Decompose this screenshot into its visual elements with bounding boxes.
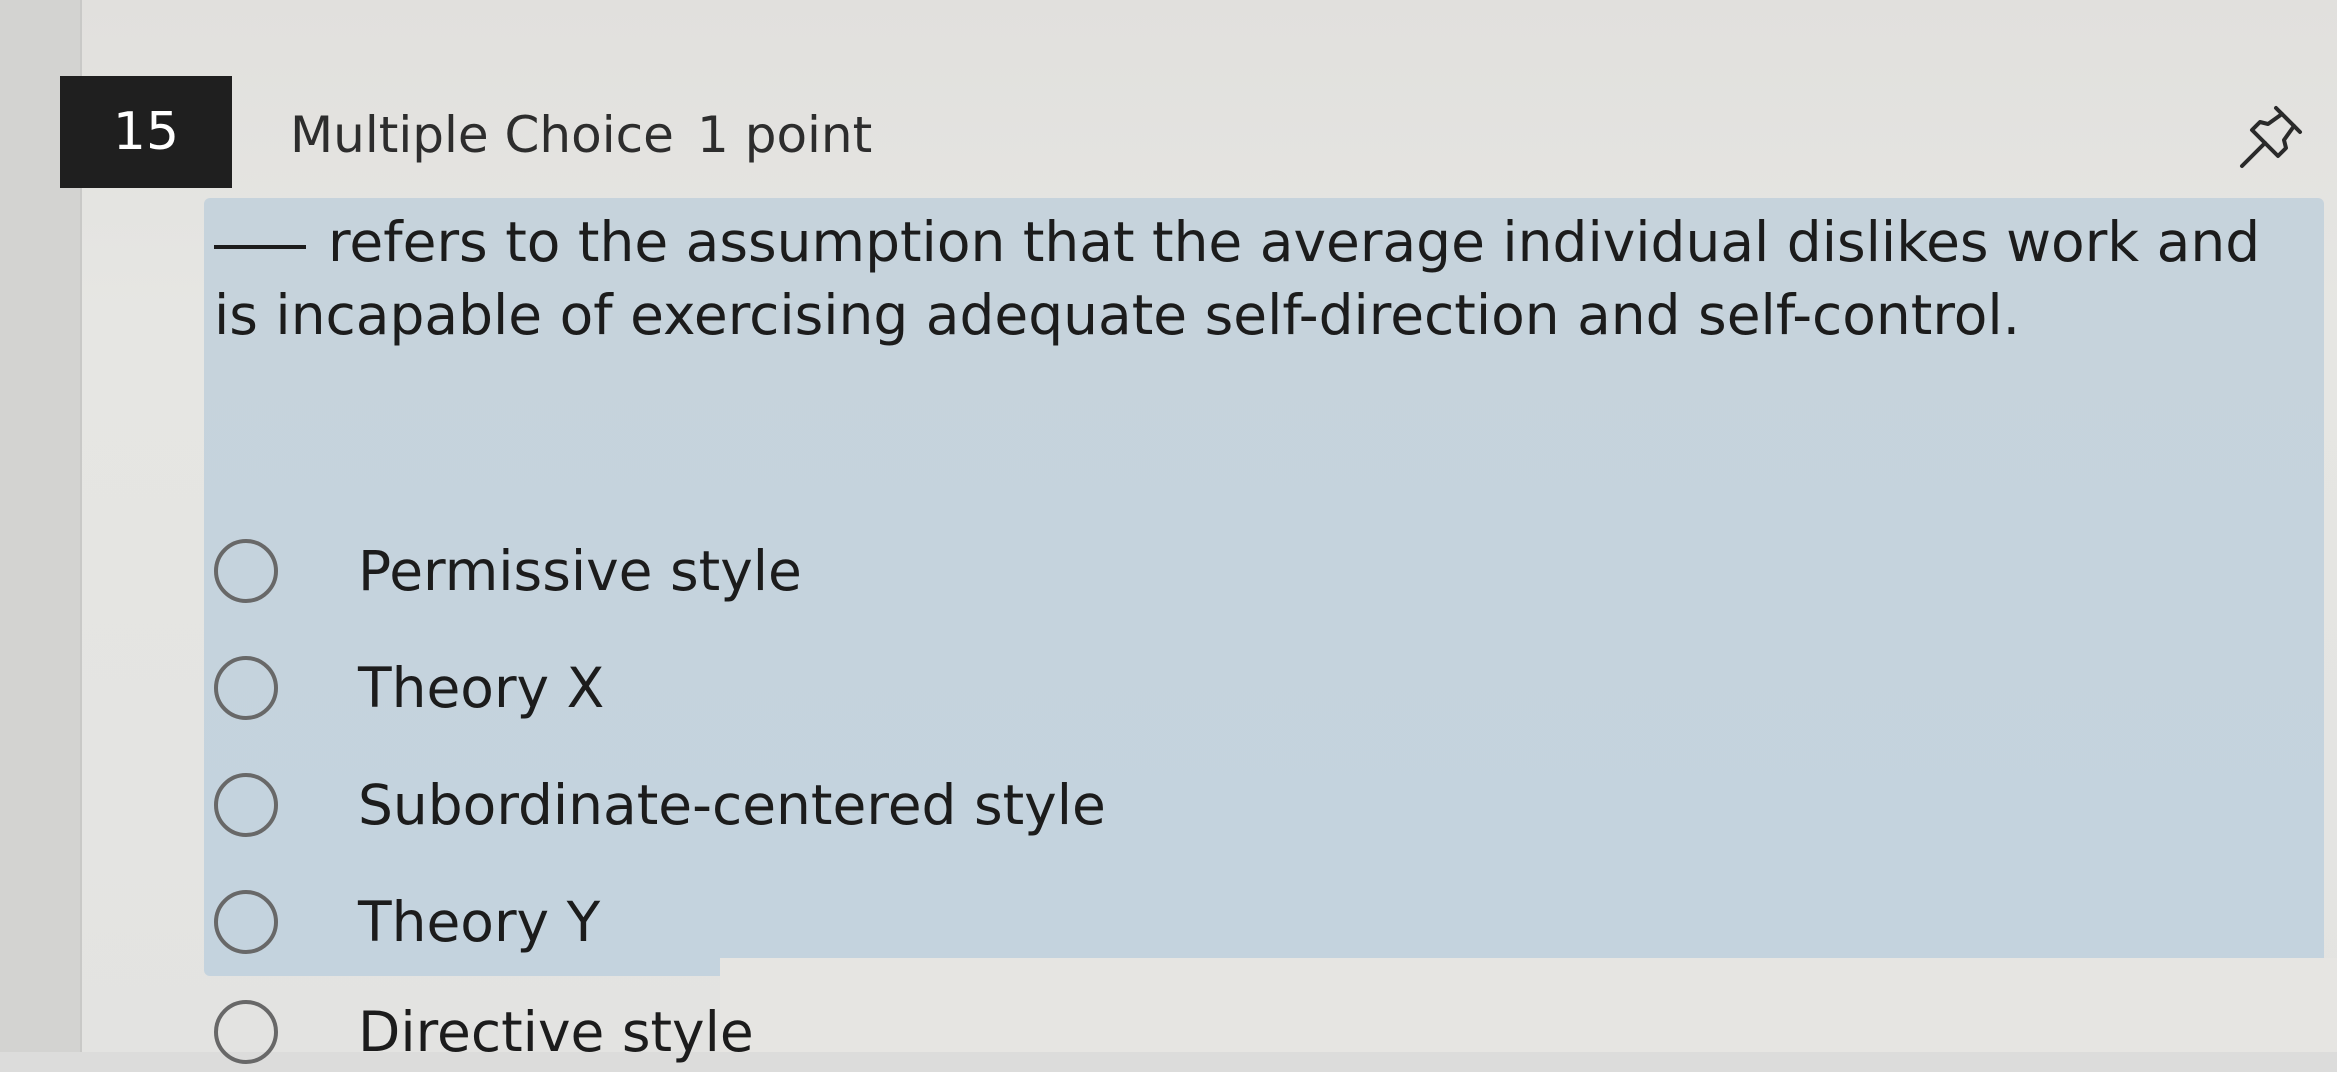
question-text-block: refers to the assumption that the averag… — [214, 206, 2274, 352]
radio-button[interactable] — [214, 773, 278, 837]
fill-in-blank — [214, 245, 306, 249]
choice-permissive-style[interactable]: Permissive style — [214, 531, 802, 611]
panel-cutout — [720, 958, 2337, 1052]
choice-directive-style[interactable]: Directive style — [214, 992, 754, 1072]
question-type: Multiple Choice — [290, 106, 674, 164]
pin-icon[interactable] — [2232, 102, 2306, 176]
question-points: 1 point — [697, 106, 873, 164]
choice-label: Subordinate-centered style — [358, 773, 1106, 837]
question-number: 15 — [112, 102, 180, 162]
question-text: refers to the assumption that the averag… — [214, 210, 2261, 347]
quiz-page: 15 Multiple Choice 1 point refers to the… — [0, 0, 2337, 1064]
choice-subordinate-centered-style[interactable]: Subordinate-centered style — [214, 765, 1106, 845]
choice-label: Theory X — [358, 656, 605, 720]
radio-button[interactable] — [214, 1000, 278, 1064]
choice-theory-y[interactable]: Theory Y — [214, 882, 600, 962]
choice-label: Permissive style — [358, 539, 802, 603]
choice-label: Directive style — [358, 1000, 754, 1064]
question-number-badge: 15 — [60, 76, 232, 188]
radio-button[interactable] — [214, 890, 278, 954]
radio-button[interactable] — [214, 656, 278, 720]
choice-label: Theory Y — [358, 890, 601, 954]
choice-theory-x[interactable]: Theory X — [214, 648, 604, 728]
radio-button[interactable] — [214, 539, 278, 603]
